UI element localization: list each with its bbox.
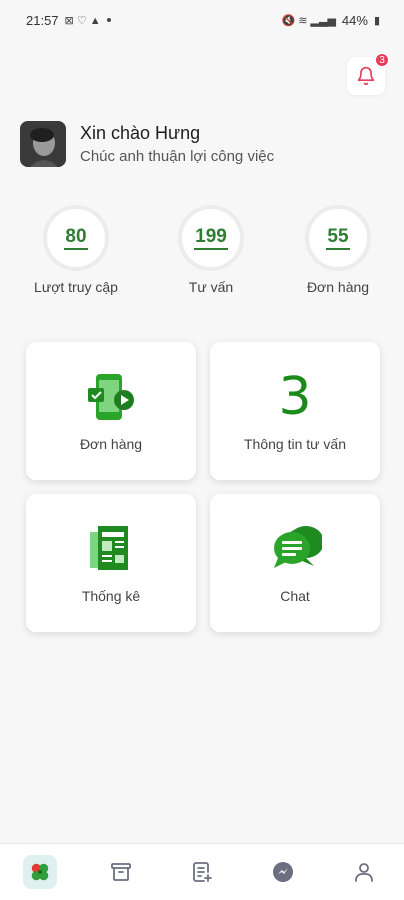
stat-circle: 55: [305, 205, 371, 271]
greeting-title: Xin chào Hưng: [80, 123, 201, 143]
status-bar: 21:57 ⊠ ♡ ▲ 🔇 ≋ ▂▃▅ 44% ▮: [0, 0, 404, 40]
chat-bubbles-icon: [268, 522, 322, 576]
nav-archive[interactable]: [97, 848, 145, 896]
edit-list-icon: [193, 862, 212, 882]
report-icon: [84, 522, 138, 576]
nav-messenger[interactable]: [259, 848, 307, 896]
stat-consult[interactable]: 199 Tư vấn: [151, 205, 271, 295]
status-right: 🔇 ≋ ▂▃▅ 44% ▮: [282, 13, 381, 28]
stat-label: Đơn hàng: [306, 279, 370, 295]
stat-label: Tư vấn: [188, 279, 234, 295]
messenger-icon: [272, 862, 293, 882]
greeting-subtitle: Chúc anh thuận lợi công việc: [80, 148, 275, 165]
chat-card-label: Chat: [280, 588, 310, 604]
stat-value: 80: [64, 226, 88, 250]
profile-header: Xin chào Hưng Chúc anh thuận lợi công vi…: [20, 121, 274, 167]
stats-card[interactable]: Thống kê: [26, 494, 196, 632]
consult-card[interactable]: 3 Thông tin tư vấn: [210, 342, 380, 480]
avatar[interactable]: [20, 121, 66, 167]
bottom-nav: [0, 843, 404, 900]
consult-count: 3: [278, 370, 311, 424]
stat-value: 199: [194, 226, 228, 250]
clover-icon: [32, 863, 49, 881]
avatar-photo-icon: [20, 121, 66, 167]
stat-label: Lượt truy cập: [34, 279, 118, 295]
battery-level: 44%: [341, 12, 368, 28]
battery-icon: ▮: [373, 14, 380, 27]
stat-visits[interactable]: 80 Lượt truy cập: [16, 205, 136, 295]
notification-badge: 3: [374, 52, 390, 68]
status-left: 21:57 ⊠ ♡ ▲: [26, 13, 111, 28]
notification-button[interactable]: 3: [347, 52, 390, 95]
status-dot-icon: [106, 18, 111, 22]
nav-home[interactable]: [16, 848, 64, 896]
bell-icon: [357, 66, 375, 86]
orders-card[interactable]: Đơn hàng: [26, 342, 196, 480]
stats-card-label: Thống kê: [81, 588, 141, 604]
nav-profile[interactable]: [340, 848, 388, 896]
nav-active-indicator: [23, 855, 58, 889]
signal-wifi-icon: 🔇 ≋ ▂▃▅: [281, 14, 336, 27]
nav-edit-list[interactable]: [178, 848, 226, 896]
notification-glyphs-icon: ⊠ ♡ ▲: [64, 14, 101, 27]
stat-circle: 80: [43, 205, 109, 271]
greeting-block: Xin chào Hưng Chúc anh thuận lợi công vi…: [80, 123, 274, 165]
user-icon: [354, 863, 373, 882]
stat-circle: 199: [178, 205, 244, 271]
chat-card[interactable]: Chat: [210, 494, 380, 632]
mobile-order-icon: [84, 370, 138, 424]
orders-card-label: Đơn hàng: [79, 436, 143, 452]
stat-value: 55: [326, 226, 350, 250]
archive-box-icon: [111, 863, 132, 881]
status-time: 21:57: [26, 12, 59, 28]
consult-count-value: 3: [278, 367, 312, 427]
stat-orders[interactable]: 55 Đơn hàng: [278, 205, 398, 295]
consult-card-label: Thông tin tư vấn: [244, 436, 346, 452]
